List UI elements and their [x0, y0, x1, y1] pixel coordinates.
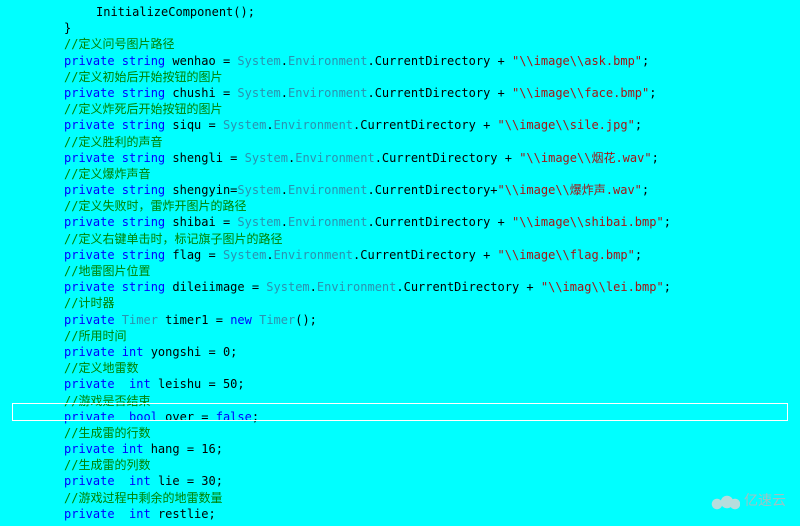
code-line: InitializeComponent();	[64, 4, 800, 20]
code-line: private bool over = false;	[64, 409, 800, 425]
code-line: //生成雷的列数	[64, 457, 800, 473]
code-line: private string shengli = System.Environm…	[64, 150, 800, 166]
code-line: //定义右键单击时，标记旗子图片的路径	[64, 231, 800, 247]
code-line: //定义失败时，雷炸开图片的路径	[64, 198, 800, 214]
code-line: private string siqu = System.Environment…	[64, 117, 800, 133]
code-line: //生成雷的行数	[64, 425, 800, 441]
code-line: //定义初始后开始按钮的图片	[64, 69, 800, 85]
code-line: //所用时间	[64, 328, 800, 344]
code-line: //定义爆炸声音	[64, 166, 800, 182]
code-line: //定义问号图片路径	[64, 36, 800, 52]
code-line: private int lie = 30;	[64, 473, 800, 489]
code-line: private Timer timer1 = new Timer();	[64, 312, 800, 328]
code-line: private string wenhao = System.Environme…	[64, 53, 800, 69]
code-line: private string flag = System.Environment…	[64, 247, 800, 263]
code-line: //计时器	[64, 295, 800, 311]
code-line: private string chushi = System.Environme…	[64, 85, 800, 101]
code-line: private int restlie;	[64, 506, 800, 522]
code-line: //定义炸死后开始按钮的图片	[64, 101, 800, 117]
code-line: //定义地雷数	[64, 360, 800, 376]
code-block: InitializeComponent();}//定义问号图片路径private…	[0, 0, 800, 522]
code-line: private string dileiimage = System.Envir…	[64, 279, 800, 295]
code-line: private int hang = 16;	[64, 441, 800, 457]
code-line: //地雷图片位置	[64, 263, 800, 279]
code-line: }	[64, 20, 800, 36]
code-line: //定义胜利的声音	[64, 134, 800, 150]
code-line: private string shengyin=System.Environme…	[64, 182, 800, 198]
code-line: //游戏是否结束	[64, 393, 800, 409]
code-line: private int leishu = 50;	[64, 376, 800, 392]
code-line: //游戏过程中剩余的地雷数量	[64, 490, 800, 506]
code-line: private int yongshi = 0;	[64, 344, 800, 360]
code-line: private string shibai = System.Environme…	[64, 214, 800, 230]
